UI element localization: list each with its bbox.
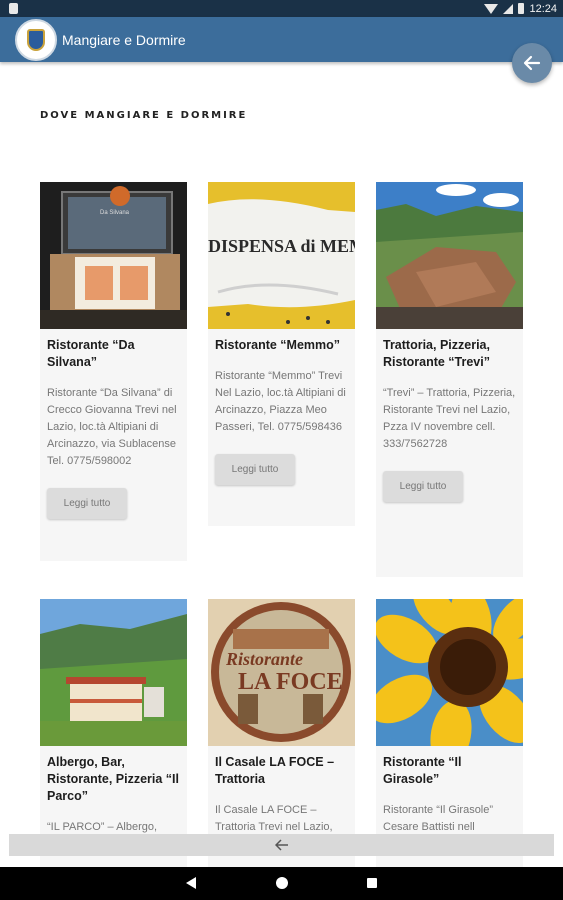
card-image-caption: DISPENSA di MEM xyxy=(208,236,355,256)
card-title[interactable]: Ristorante “Da Silvana” xyxy=(40,329,187,371)
battery-icon xyxy=(518,3,525,14)
back-button[interactable] xyxy=(512,43,552,83)
notification-icon xyxy=(9,3,18,14)
card-description: Ristorante “Il Girasole” Cesare Battisti… xyxy=(383,804,494,833)
card-title[interactable]: Il Casale LA FOCE – Trattoria xyxy=(208,746,355,788)
app-bar: Mangiare e Dormire xyxy=(0,17,563,62)
scroll-back-bar[interactable] xyxy=(9,834,554,856)
card-description: “Trevi” – Trattoria, Pizzeria, Ristorant… xyxy=(383,387,516,450)
card-title[interactable]: Albergo, Bar, Ristorante, Pizzeria “Il P… xyxy=(40,746,187,805)
arrow-left-icon xyxy=(523,55,541,71)
read-more-button[interactable]: Leggi tutto xyxy=(47,488,127,519)
system-nav-bar xyxy=(0,867,563,900)
read-more-button[interactable]: Leggi tutto xyxy=(215,454,295,485)
card-image[interactable] xyxy=(376,599,523,746)
page-heading: DOVE MANGIARE E DORMIRE xyxy=(40,110,248,121)
card-image[interactable]: Da Silvana xyxy=(40,182,187,329)
card-description: Ristorante “Da Silvana” di Crecco Giovan… xyxy=(47,387,177,467)
nav-home-icon[interactable] xyxy=(276,877,288,889)
signal-icon xyxy=(503,3,514,14)
card-image[interactable] xyxy=(40,599,187,746)
card-da-silvana: Da Silvana Ristorante “Da Silvana” Risto… xyxy=(40,182,187,561)
card-image-caption: LA FOCE xyxy=(238,669,343,695)
card-description: Ristorante “Memmo” Trevi Nel Lazio, loc.… xyxy=(215,370,346,433)
card-image[interactable]: DISPENSA di MEM xyxy=(208,182,355,329)
card-memmo: DISPENSA di MEM Ristorante “Memmo” Risto… xyxy=(208,182,355,526)
status-time: 12:24 xyxy=(529,2,557,15)
status-icons: 12:24 xyxy=(484,1,557,16)
nav-back-icon[interactable] xyxy=(186,877,196,889)
card-title[interactable]: Ristorante “Memmo” xyxy=(208,329,355,354)
card-trevi: Trattoria, Pizzeria, Ristorante “Trevi” … xyxy=(376,182,523,577)
arrow-left-icon xyxy=(274,839,288,851)
municipality-logo-icon xyxy=(15,19,57,61)
card-title[interactable]: Ristorante “Il Girasole” xyxy=(376,746,523,788)
status-bar: 12:24 xyxy=(0,0,563,17)
card-title[interactable]: Trattoria, Pizzeria, Ristorante “Trevi” xyxy=(376,329,523,371)
wifi-icon xyxy=(484,3,499,14)
card-image[interactable]: Ristorante LA FOCE xyxy=(208,599,355,746)
app-title: Mangiare e Dormire xyxy=(62,32,186,48)
card-image-caption: Da Silvana xyxy=(100,210,130,216)
coat-of-arms-icon xyxy=(27,29,45,51)
nav-recents-icon[interactable] xyxy=(367,878,377,888)
card-image-caption: Ristorante xyxy=(226,649,304,669)
card-image[interactable] xyxy=(376,182,523,329)
read-more-button[interactable]: Leggi tutto xyxy=(383,471,463,502)
